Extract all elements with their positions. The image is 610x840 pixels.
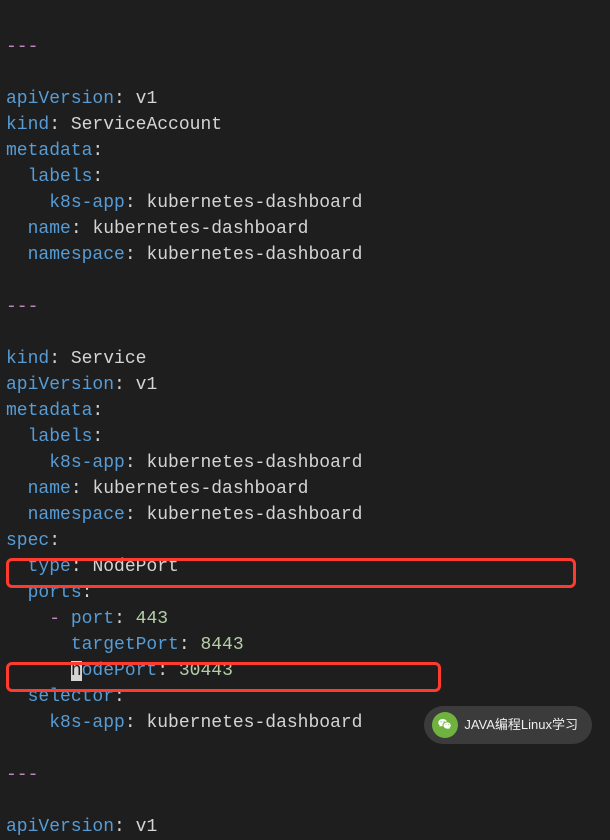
val-name: kubernetes-dashboard (92, 219, 308, 239)
key-metadata: metadata (6, 401, 92, 421)
key-type: type (28, 557, 71, 577)
key-namespace: namespace (28, 505, 125, 525)
val-k8sapp: kubernetes-dashboard (146, 453, 362, 473)
val-port: 443 (136, 609, 168, 629)
key-targetport: targetPort (71, 635, 179, 655)
val-k8sapp: kubernetes-dashboard (146, 193, 362, 213)
key-nodeport: odePort (82, 661, 158, 681)
key-namespace: namespace (28, 245, 125, 265)
val-kind: ServiceAccount (71, 115, 222, 135)
val-targetport: 8443 (200, 635, 243, 655)
watermark-badge: JAVA编程Linux学习 (424, 706, 592, 744)
cursor-position: n (71, 661, 82, 681)
val-namespace: kubernetes-dashboard (146, 505, 362, 525)
val-name: kubernetes-dashboard (92, 479, 308, 499)
val-namespace: kubernetes-dashboard (146, 245, 362, 265)
key-kind: kind (6, 115, 49, 135)
wechat-icon (432, 712, 458, 738)
key-kind: kind (6, 349, 49, 369)
key-selector: selector (28, 687, 114, 707)
val-apiversion: v1 (136, 817, 158, 837)
key-metadata: metadata (6, 141, 92, 161)
key-k8sapp: k8s-app (49, 193, 125, 213)
key-name: name (28, 479, 71, 499)
key-apiversion: apiVersion (6, 817, 114, 837)
key-spec: spec (6, 531, 49, 551)
val-apiversion: v1 (136, 375, 158, 395)
key-selector-k8sapp: k8s-app (49, 713, 125, 733)
key-ports: ports (28, 583, 82, 603)
yaml-divider: --- (6, 37, 38, 57)
val-apiversion: v1 (136, 89, 158, 109)
val-selector-k8sapp: kubernetes-dashboard (146, 713, 362, 733)
key-port: port (71, 609, 114, 629)
watermark-text: JAVA编程Linux学习 (464, 712, 578, 738)
val-type: NodePort (92, 557, 178, 577)
val-nodeport: 30443 (179, 661, 233, 681)
yaml-divider: --- (6, 297, 38, 317)
key-labels: labels (28, 427, 93, 447)
yaml-divider: --- (6, 765, 38, 785)
key-name: name (28, 219, 71, 239)
key-apiversion: apiVersion (6, 89, 114, 109)
key-k8sapp: k8s-app (49, 453, 125, 473)
key-apiversion: apiVersion (6, 375, 114, 395)
key-labels: labels (28, 167, 93, 187)
val-kind: Service (71, 349, 147, 369)
